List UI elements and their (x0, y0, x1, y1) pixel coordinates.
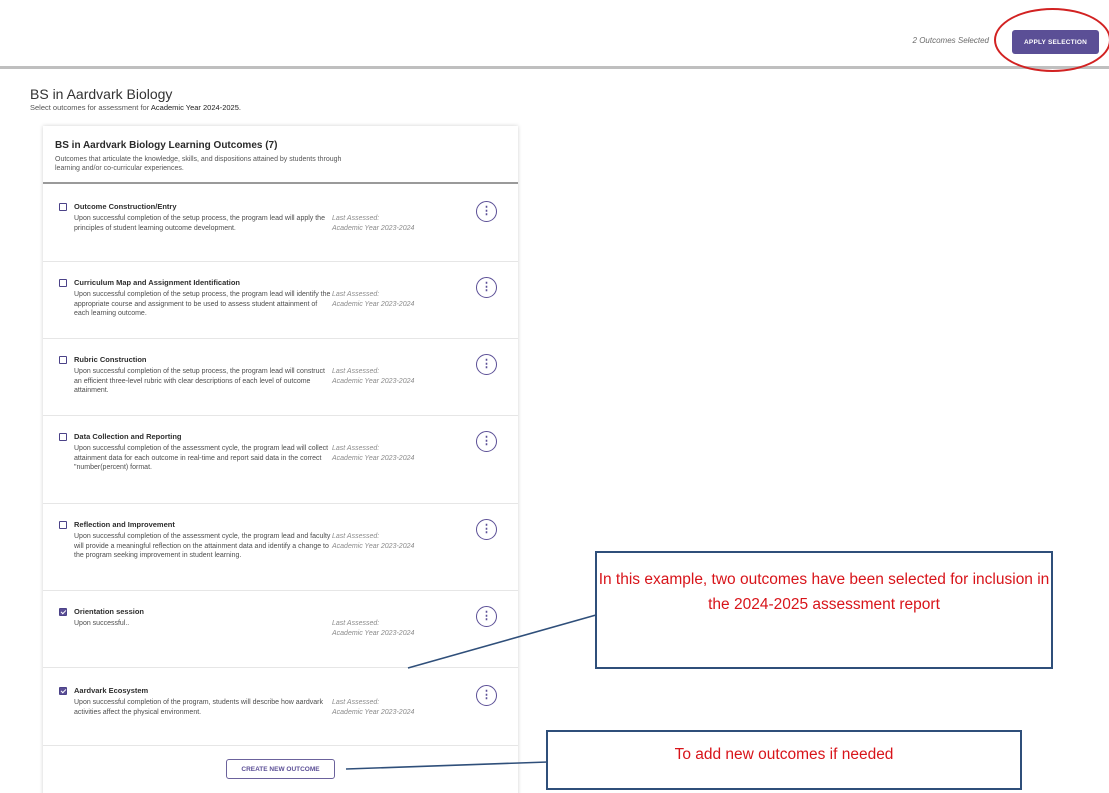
card-header: BS in Aardvark Biology Learning Outcomes… (43, 126, 518, 184)
header-divider (0, 66, 1109, 69)
outcome-title: Rubric Construction (74, 355, 147, 364)
last-assessed-label: Last Assessed: (332, 215, 380, 222)
subtitle-prefix: Select outcomes for assessment for (30, 103, 151, 112)
outcome-description: Upon successful completion of the assess… (74, 445, 329, 471)
last-assessed-value: Academic Year 2023-2024 (332, 377, 415, 385)
last-assessed-value: Academic Year 2023-2024 (332, 542, 415, 550)
outcome-checkbox[interactable] (59, 356, 67, 364)
outcome-title: Reflection and Improvement (74, 520, 175, 529)
last-assessed-label: Last Assessed: (332, 699, 380, 706)
last-assessed: Last Assessed: Academic Year 2023-2024 (332, 214, 432, 233)
last-assessed-label: Last Assessed: (332, 291, 380, 298)
last-assessed-label: Last Assessed: (332, 445, 380, 452)
outcome-checkbox[interactable] (59, 687, 67, 695)
outcome-description: Upon successful completion of the assess… (74, 533, 331, 559)
outcome-title: Aardvark Ecosystem (74, 686, 149, 695)
outcome-title: Orientation session (74, 607, 145, 616)
create-outcome-callout: To add new outcomes if needed (546, 730, 1022, 790)
outcome-checkbox[interactable] (59, 521, 67, 529)
outcome-row: Orientation session Upon successful.. La… (43, 591, 518, 668)
more-options-icon[interactable]: ⋮ (476, 431, 497, 452)
last-assessed: Last Assessed: Academic Year 2023-2024 (332, 532, 432, 551)
more-options-icon[interactable]: ⋮ (476, 354, 497, 375)
last-assessed: Last Assessed: Academic Year 2023-2024 (332, 290, 432, 309)
outcome-row: Outcome Construction/Entry Upon successf… (43, 186, 518, 262)
last-assessed-label: Last Assessed: (332, 368, 380, 375)
card-title: BS in Aardvark Biology Learning Outcomes… (55, 140, 278, 151)
outcome-title: Data Collection and Reporting (74, 432, 182, 441)
outcome-description: Upon successful completion of the setup … (74, 368, 325, 394)
outcome-title: Curriculum Map and Assignment Identifica… (74, 278, 240, 287)
last-assessed-value: Academic Year 2023-2024 (332, 224, 415, 232)
last-assessed: Last Assessed: Academic Year 2023-2024 (332, 367, 432, 386)
page-subtitle: Select outcomes for assessment for Acade… (30, 103, 241, 112)
outcome-row: Aardvark Ecosystem Upon successful compl… (43, 668, 518, 746)
outcome-row: Reflection and Improvement Upon successf… (43, 504, 518, 591)
subtitle-year: Academic Year 2024-2025. (150, 103, 241, 112)
outcome-description: Upon successful completion of the setup … (74, 215, 325, 232)
more-options-icon[interactable]: ⋮ (476, 519, 497, 540)
outcome-checkbox[interactable] (59, 203, 67, 211)
outcome-description: Upon successful completion of the setup … (74, 291, 331, 317)
more-options-icon[interactable]: ⋮ (476, 201, 497, 222)
outcome-row: Data Collection and Reporting Upon succe… (43, 416, 518, 504)
last-assessed: Last Assessed: Academic Year 2023-2024 (332, 619, 432, 638)
create-new-outcome-button[interactable]: CREATE NEW OUTCOME (226, 759, 335, 779)
last-assessed: Last Assessed: Academic Year 2023-2024 (332, 698, 432, 717)
highlight-ellipse (994, 8, 1109, 72)
top-bar: 2 Outcomes Selected APPLY SELECTION (0, 0, 1109, 68)
page-title: BS in Aardvark Biology (30, 86, 173, 102)
more-options-icon[interactable]: ⋮ (476, 277, 497, 298)
outcome-row: Rubric Construction Upon successful comp… (43, 339, 518, 416)
outcome-title: Outcome Construction/Entry (74, 202, 177, 211)
more-options-icon[interactable]: ⋮ (476, 606, 497, 627)
outcome-checkbox[interactable] (59, 433, 67, 441)
outcome-description: Upon successful.. (74, 620, 130, 627)
outcome-checkbox[interactable] (59, 608, 67, 616)
card-description: Outcomes that articulate the knowledge, … (55, 156, 342, 172)
last-assessed: Last Assessed: Academic Year 2023-2024 (332, 444, 432, 463)
selected-count-label: 2 Outcomes Selected (912, 36, 989, 45)
outcomes-card: BS in Aardvark Biology Learning Outcomes… (43, 126, 518, 793)
outcome-checkbox[interactable] (59, 279, 67, 287)
outcome-row: Curriculum Map and Assignment Identifica… (43, 262, 518, 339)
last-assessed-value: Academic Year 2023-2024 (332, 454, 415, 462)
outcome-description: Upon successful completion of the progra… (74, 699, 324, 716)
last-assessed-value: Academic Year 2023-2024 (332, 300, 415, 308)
selected-outcomes-callout: In this example, two outcomes have been … (595, 551, 1053, 669)
more-options-icon[interactable]: ⋮ (476, 685, 497, 706)
last-assessed-value: Academic Year 2023-2024 (332, 629, 415, 637)
last-assessed-value: Academic Year 2023-2024 (332, 708, 415, 716)
last-assessed-label: Last Assessed: (332, 533, 380, 540)
last-assessed-label: Last Assessed: (332, 620, 380, 627)
